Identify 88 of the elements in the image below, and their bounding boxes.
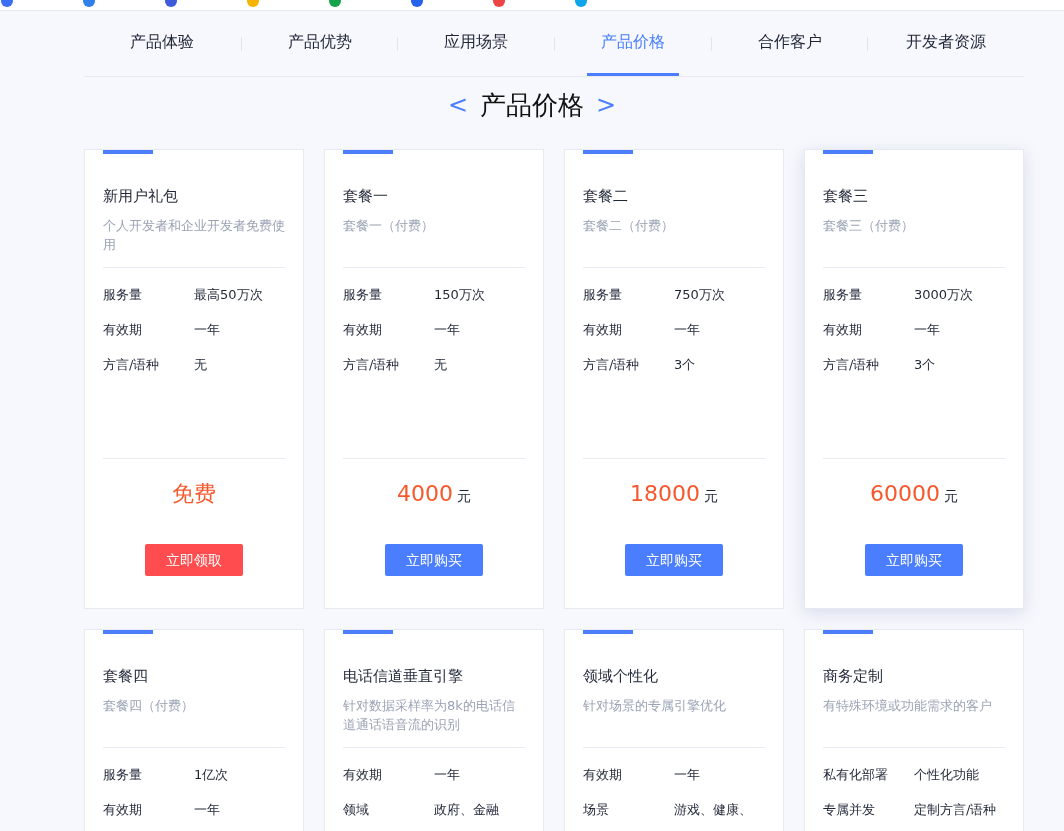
price-unit: 元 [704,487,718,506]
spec-value: 一年 [674,321,700,339]
spec-label: 服务量 [343,286,383,304]
spec-label: 方言/语种 [343,356,401,374]
spec-label: 有效期 [583,321,623,339]
price: 18000 [630,480,700,508]
plan-description: 针对数据采样率为8k的电话信道通话语音流的识别 [343,697,516,734]
price-unit: 元 [457,487,471,506]
plan-title: 领域个性化 [583,666,659,686]
bookmark-icon[interactable] [82,0,96,8]
section-title: 产品价格 [480,88,584,122]
spec-value: 一年 [914,321,940,339]
claim-button[interactable]: 立即领取 [145,544,243,576]
spec-value: 一年 [194,801,220,819]
spec-value: 150万次 [434,286,485,304]
plan-title: 商务定制 [823,666,884,686]
spec-label: 服务量 [103,766,143,784]
spec-value: 3个 [914,356,936,374]
accent-bar [343,630,393,634]
spec-value: 无 [194,356,207,374]
price: 60000 [870,480,940,508]
accent-bar [823,150,873,154]
plan-title: 电话信道垂直引擎 [343,666,464,686]
bookmark-icon[interactable] [492,0,506,8]
nav-tab[interactable]: 合作客户 [743,11,836,76]
spec-label: 方言/语种 [823,356,881,374]
plan-title: 新用户礼包 [103,186,179,206]
price-unit: 元 [944,487,958,506]
spec-label: 专属并发 [823,801,876,819]
spec-value: 一年 [674,766,700,784]
nav-tab[interactable]: 产品体验 [116,11,209,76]
bookmark-icon[interactable] [0,0,14,8]
spec-label: 领域 [343,801,370,819]
spec-value: 无 [434,356,447,374]
plan-description: 套餐三（付费） [823,217,915,235]
spec-value: 3个 [674,356,696,374]
spec-label: 服务量 [583,286,623,304]
spec-label: 有效期 [103,801,143,819]
buy-button[interactable]: 立即购买 [625,544,723,576]
plan-description: 套餐四（付费） [103,697,195,715]
bookmark-icon[interactable] [574,0,588,8]
plan-title: 套餐一 [343,186,389,206]
spec-value: 个性化功能 [914,766,979,784]
price: 免费 [172,480,216,508]
bookmark-icon[interactable] [164,0,178,8]
spec-label: 方言/语种 [583,356,641,374]
buy-button[interactable]: 立即购买 [385,544,483,576]
accent-bar [343,150,393,154]
spec-value: 一年 [434,766,460,784]
spec-value: 政府、金融 [434,801,499,819]
nav-tab[interactable]: 产品优势 [273,11,366,76]
accent-bar [583,150,633,154]
plan-title: 套餐四 [103,666,149,686]
nav-tab[interactable]: 应用场景 [430,11,523,76]
price: 4000 [397,480,453,508]
spec-value: 一年 [194,321,220,339]
spec-label: 有效期 [343,321,383,339]
accent-bar [583,630,633,634]
accent-bar [823,630,873,634]
spec-label: 私有化部署 [823,766,889,784]
plan-title: 套餐三 [823,186,869,206]
spec-label: 有效期 [583,766,623,784]
plan-title: 套餐二 [583,186,629,206]
accent-bar [103,630,153,634]
spec-value: 游戏、健康、 [674,801,752,819]
spec-label: 服务量 [103,286,143,304]
spec-label: 有效期 [823,321,863,339]
nav-tab[interactable]: 开发者资源 [892,11,1001,76]
spec-value: 定制方言/语种 [914,801,997,819]
spec-value: 750万次 [674,286,725,304]
accent-bar [103,150,153,154]
plan-description: 有特殊环境或功能需求的客户 [823,697,993,715]
spec-value: 1亿次 [194,766,229,784]
spec-label: 方言/语种 [103,356,161,374]
spec-value: 一年 [434,321,460,339]
plan-description: 个人开发者和企业开发者免费使用 [103,217,285,254]
nav-tab[interactable]: 产品价格 [586,11,679,76]
spec-value: 3000万次 [914,286,974,304]
spec-label: 有效期 [103,321,143,339]
plan-description: 套餐二（付费） [583,217,675,235]
plan-description: 针对场景的专属引擎优化 [583,697,727,715]
bookmark-icon[interactable] [410,0,424,8]
spec-label: 场景 [583,801,610,819]
spec-label: 有效期 [343,766,383,784]
buy-button[interactable]: 立即购买 [865,544,963,576]
spec-label: 服务量 [823,286,863,304]
spec-value: 最高50万次 [194,286,263,304]
bookmark-icon[interactable] [328,0,342,8]
